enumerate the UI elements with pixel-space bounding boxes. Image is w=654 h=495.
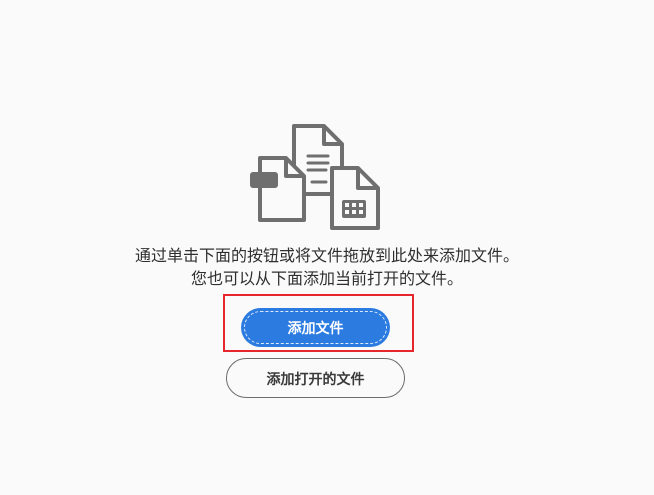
add-open-files-button[interactable]: 添加打开的文件 [226,358,405,398]
instruction-line-1: 通过单击下面的按钮或将文件拖放到此处来添加文件。 [134,246,519,265]
files-illustration [246,122,386,234]
instruction-line-2: 您也可以从下面添加当前打开的文件。 [190,269,463,288]
multiple-files-icon [250,124,380,230]
add-files-button[interactable]: 添加文件 [241,308,390,347]
instructions-text: 通过单击下面的按钮或将文件拖放到此处来添加文件。 您也可以从下面添加当前打开的文… [0,244,654,290]
